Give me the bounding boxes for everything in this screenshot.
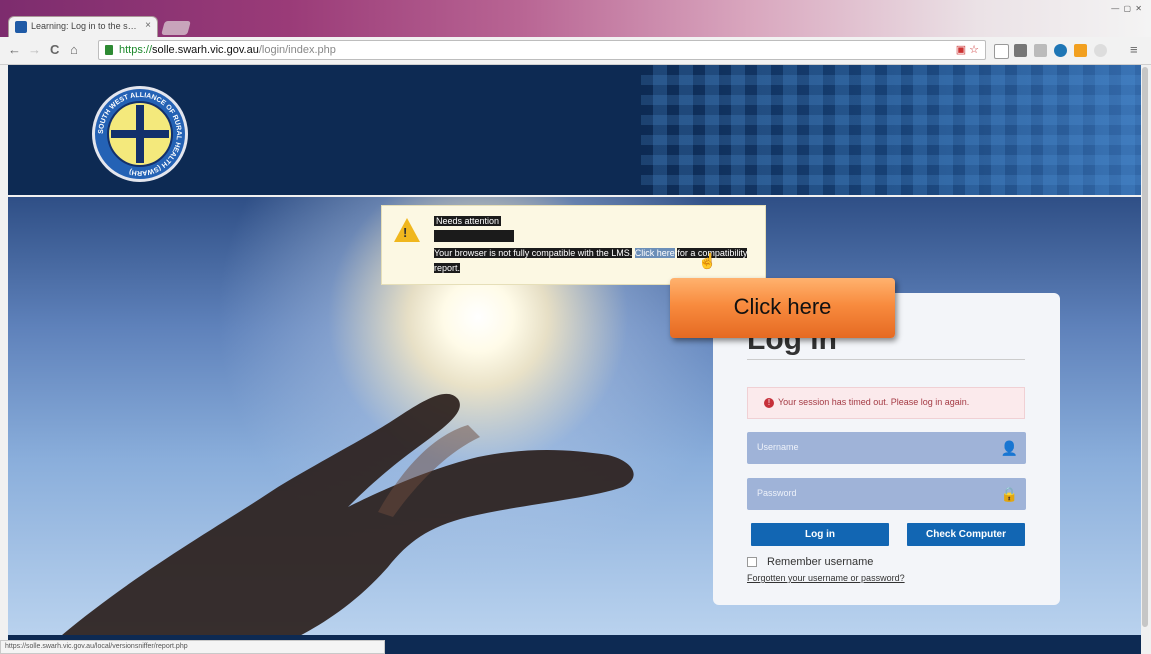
- moodle-favicon-icon: [15, 21, 27, 33]
- bookmark-star-icon[interactable]: ▣ ☆: [956, 43, 979, 56]
- lock-icon: 🔒: [1000, 486, 1018, 502]
- swarh-logo[interactable]: SOUTH WEST ALLIANCE OF RURAL HEALTH (SWA…: [92, 86, 188, 182]
- extension-circle-icon[interactable]: [1094, 44, 1107, 57]
- window-controls[interactable]: — ▢ ✕: [1111, 4, 1143, 13]
- browser-toolbar: ← → C ⌂ https://solle.swarh.vic.gov.au/l…: [0, 37, 1151, 65]
- url-text: https://solle.swarh.vic.gov.au/login/ind…: [119, 44, 336, 56]
- browser-tabstrip: Learning: Log in to the s… × — ▢ ✕: [0, 0, 1151, 37]
- error-icon: !: [764, 398, 774, 408]
- page-content: SOUTH WEST ALLIANCE OF RURAL HEALTH (SWA…: [8, 65, 1141, 654]
- extension-orange-icon[interactable]: [1074, 44, 1087, 57]
- browser-status-bar: https://solle.swarh.vic.gov.au/local/ver…: [0, 640, 385, 654]
- header-background-image: [641, 65, 1141, 195]
- hand-pointer-cursor-icon: ☝: [698, 253, 717, 270]
- url-path: /login/index.php: [258, 44, 336, 56]
- remember-username-label: Remember username: [767, 556, 874, 568]
- compatibility-alert: ! Needs attention Your browser is not fu…: [381, 205, 766, 285]
- hand-silhouette: [48, 393, 634, 647]
- remember-username-checkbox[interactable]: [747, 557, 757, 568]
- extension-slash-icon[interactable]: [994, 44, 1009, 59]
- alert-body-prefix: Your browser is not fully compatible wit…: [434, 248, 633, 258]
- browser-tab[interactable]: Learning: Log in to the s… ×: [8, 16, 158, 37]
- tab-close-icon[interactable]: ×: [145, 20, 151, 31]
- warning-exclamation-icon: !: [403, 225, 408, 240]
- login-card: Log in ! Your session has timed out. Ple…: [713, 293, 1060, 605]
- extension-blue-icon[interactable]: [1054, 44, 1067, 57]
- click-here-callout: Click here: [670, 278, 895, 338]
- back-arrow-icon[interactable]: ←: [8, 42, 21, 57]
- compatibility-report-link[interactable]: Click here: [634, 248, 675, 258]
- menu-icon[interactable]: ≡: [1130, 42, 1138, 57]
- forgot-credentials-link[interactable]: Forgotten your username or password?: [747, 573, 905, 583]
- new-tab-button[interactable]: [161, 21, 191, 35]
- page-scrollbar[interactable]: [1141, 65, 1149, 640]
- logo-cross-horizontal: [111, 130, 169, 138]
- user-icon: 👤: [1000, 440, 1018, 456]
- status-url-text: https://solle.swarh.vic.gov.au/local/ver…: [5, 643, 188, 650]
- alert-title: Needs attention: [434, 216, 502, 226]
- remember-username-row[interactable]: Remember username: [747, 556, 873, 568]
- title-divider: [747, 359, 1025, 360]
- session-timeout-message: ! Your session has timed out. Please log…: [747, 387, 1025, 419]
- site-header: SOUTH WEST ALLIANCE OF RURAL HEALTH (SWA…: [8, 65, 1141, 195]
- check-computer-button[interactable]: Check Computer: [907, 523, 1025, 546]
- username-field[interactable]: Username 👤: [747, 432, 1026, 464]
- scrollbar-thumb[interactable]: [1142, 67, 1148, 627]
- url-host: solle.swarh.vic.gov.au: [152, 44, 259, 56]
- session-timeout-text: Your session has timed out. Please log i…: [778, 397, 970, 407]
- callout-label: Click here: [733, 294, 832, 319]
- tab-title: Learning: Log in to the s…: [31, 21, 137, 31]
- lock-icon: [105, 45, 113, 55]
- logo-emblem: [107, 101, 173, 167]
- url-scheme: https://: [119, 44, 153, 56]
- alert-highlight: [434, 230, 514, 242]
- username-placeholder: Username: [757, 442, 799, 452]
- home-icon[interactable]: ⌂: [70, 42, 78, 57]
- password-field[interactable]: Password 🔒: [747, 478, 1026, 510]
- extension-person-icon[interactable]: [1034, 44, 1047, 57]
- reload-icon[interactable]: C: [50, 42, 59, 57]
- forward-arrow-icon[interactable]: →: [28, 42, 41, 57]
- address-bar[interactable]: https://solle.swarh.vic.gov.au/login/ind…: [98, 40, 986, 60]
- extension-square-icon[interactable]: [1014, 44, 1027, 57]
- password-placeholder: Password: [757, 488, 797, 498]
- login-button[interactable]: Log in: [751, 523, 889, 546]
